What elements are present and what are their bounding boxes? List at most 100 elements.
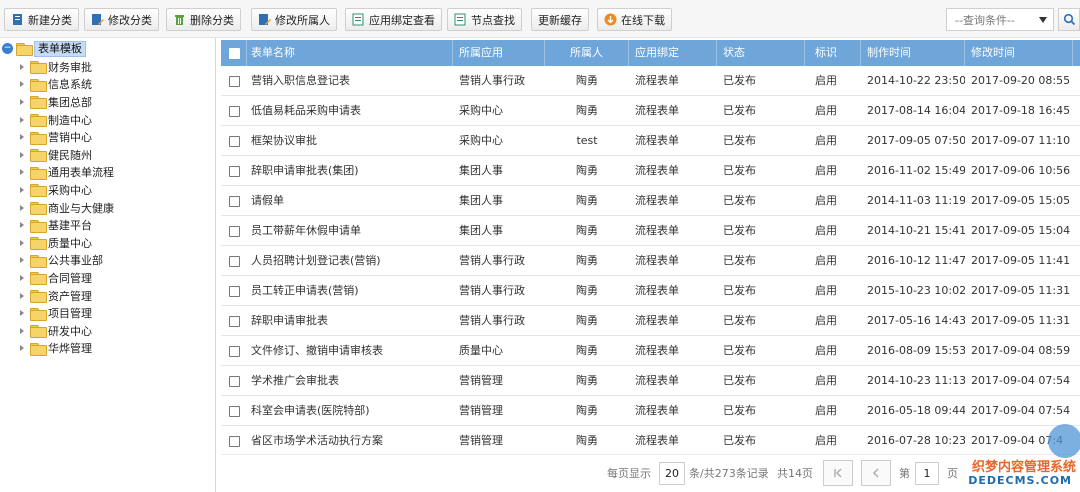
cell-form-name[interactable]: 低值易耗品采购申请表 <box>247 96 453 126</box>
expand-arrow-icon[interactable] <box>20 134 24 141</box>
cell-form-name[interactable]: 框架协议审批 <box>247 126 453 156</box>
tree-item[interactable]: 资产管理 <box>0 287 214 305</box>
tree-item[interactable]: 商业与大健康 <box>0 199 214 217</box>
query-condition-select[interactable]: --查询条件-- <box>946 8 1054 31</box>
per-page-input[interactable]: 20 <box>659 462 685 485</box>
tree-item[interactable]: 健民随州 <box>0 146 214 164</box>
table-row[interactable]: 营销入职信息登记表 营销人事行政 陶勇 流程表单 已发布 启用 2014-10-22 23:… <box>221 66 1080 96</box>
expand-arrow-icon[interactable] <box>20 63 24 70</box>
header-owner[interactable]: 所属人 <box>545 40 629 66</box>
row-checkbox[interactable] <box>229 226 240 237</box>
table-row[interactable]: 员工带薪年休假申请单 集团人事 陶勇 流程表单 已发布 启用 2014-10-21 15:4… <box>221 216 1080 246</box>
row-checkbox[interactable] <box>229 376 240 387</box>
header-created[interactable]: 制作时间 <box>861 40 965 66</box>
edit-owner-button[interactable]: 修改所属人 <box>251 8 337 31</box>
tree-item[interactable]: 合同管理 <box>0 269 214 287</box>
new-category-button[interactable]: 新建分类 <box>4 8 79 31</box>
row-checkbox[interactable] <box>229 316 240 327</box>
row-checkbox[interactable] <box>229 196 240 207</box>
cell-form-name[interactable]: 辞职申请审批表(集团) <box>247 156 453 186</box>
table-row[interactable]: 辞职申请审批表 营销人事行政 陶勇 流程表单 已发布 启用 2017-05-16 14:43… <box>221 306 1080 336</box>
table-row[interactable]: 学术推广会审批表 营销管理 陶勇 流程表单 已发布 启用 2014-10-23 11:13 2… <box>221 366 1080 396</box>
header-app[interactable]: 所属应用 <box>453 40 545 66</box>
tree-root[interactable]: − 表单模板 <box>2 40 86 57</box>
search-button[interactable] <box>1058 8 1080 31</box>
row-checkbox[interactable] <box>229 256 240 267</box>
cell-form-name[interactable]: 人员招聘计划登记表(营销) <box>247 246 453 276</box>
row-checkbox[interactable] <box>229 286 240 297</box>
cell-form-name[interactable]: 员工带薪年休假申请单 <box>247 216 453 246</box>
table-row[interactable]: 文件修订、撤销申请审核表 质量中心 陶勇 流程表单 已发布 启用 2016-08-09 15… <box>221 336 1080 366</box>
expand-arrow-icon[interactable] <box>20 239 24 246</box>
watermark-cn: 织梦内容管理系统 <box>971 460 1076 475</box>
table-row[interactable]: 人员招聘计划登记表(营销) 营销人事行政 陶勇 流程表单 已发布 启用 2016-10-12… <box>221 246 1080 276</box>
first-page-button[interactable] <box>823 460 853 486</box>
row-checkbox[interactable] <box>229 346 240 357</box>
node-search-button[interactable]: 节点查找 <box>447 8 522 31</box>
tree-item[interactable]: 制造中心 <box>0 111 214 129</box>
table-row[interactable]: 省区市场学术活动执行方案 营销管理 陶勇 流程表单 已发布 启用 2016-07-28 10… <box>221 426 1080 452</box>
header-form-name[interactable]: 表单名称 <box>247 40 453 66</box>
cell-form-name[interactable]: 营销入职信息登记表 <box>247 66 453 96</box>
row-checkbox[interactable] <box>229 106 240 117</box>
tree-item[interactable]: 信息系统 <box>0 76 214 94</box>
prev-page-button[interactable] <box>861 460 891 486</box>
expand-arrow-icon[interactable] <box>20 222 24 229</box>
table-row[interactable]: 框架协议审批 采购中心 test 流程表单 已发布 启用 2017-09-05 07:50 2… <box>221 126 1080 156</box>
cell-form-name[interactable]: 学术推广会审批表 <box>247 366 453 396</box>
collapse-icon[interactable]: − <box>2 43 13 54</box>
expand-arrow-icon[interactable] <box>20 310 24 317</box>
online-download-button[interactable]: 在线下载 <box>597 8 672 31</box>
expand-arrow-icon[interactable] <box>20 345 24 352</box>
tree-item[interactable]: 财务审批 <box>0 58 214 76</box>
header-modified[interactable]: 修改时间 <box>965 40 1073 66</box>
expand-arrow-icon[interactable] <box>20 169 24 176</box>
table-row[interactable]: 辞职申请审批表(集团) 集团人事 陶勇 流程表单 已发布 启用 2016-11-02 15:… <box>221 156 1080 186</box>
tree-item[interactable]: 营销中心 <box>0 128 214 146</box>
tree-item[interactable]: 华烨管理 <box>0 340 214 358</box>
delete-category-button[interactable]: 删除分类 <box>166 8 241 31</box>
row-checkbox[interactable] <box>229 76 240 87</box>
header-flag[interactable]: 标识 <box>805 40 861 66</box>
expand-arrow-icon[interactable] <box>20 116 24 123</box>
tree-item[interactable]: 集团总部 <box>0 93 214 111</box>
cell-form-name[interactable]: 辞职申请审批表 <box>247 306 453 336</box>
expand-arrow-icon[interactable] <box>20 186 24 193</box>
cell-form-name[interactable]: 文件修订、撤销申请审核表 <box>247 336 453 366</box>
tree-item[interactable]: 基建平台 <box>0 216 214 234</box>
binding-view-button[interactable]: 应用绑定查看 <box>345 8 442 31</box>
tree-item[interactable]: 质量中心 <box>0 234 214 252</box>
header-binding[interactable]: 应用绑定 <box>629 40 717 66</box>
folder-icon <box>30 131 47 145</box>
cell-form-name[interactable]: 省区市场学术活动执行方案 <box>247 426 453 452</box>
table-row[interactable]: 请假单 集团人事 陶勇 流程表单 已发布 启用 2014-11-03 11:19 2017-0… <box>221 186 1080 216</box>
select-all-checkbox[interactable] <box>229 48 240 59</box>
row-checkbox[interactable] <box>229 406 240 417</box>
expand-arrow-icon[interactable] <box>20 151 24 158</box>
tree-item[interactable]: 公共事业部 <box>0 252 214 270</box>
tree-item[interactable]: 通用表单流程 <box>0 164 214 182</box>
refresh-cache-button[interactable]: 更新缓存 <box>531 8 589 31</box>
row-checkbox[interactable] <box>229 136 240 147</box>
expand-arrow-icon[interactable] <box>20 204 24 211</box>
expand-arrow-icon[interactable] <box>20 257 24 264</box>
expand-arrow-icon[interactable] <box>20 81 24 88</box>
tree-item[interactable]: 项目管理 <box>0 304 214 322</box>
tree-item[interactable]: 研发中心 <box>0 322 214 340</box>
cell-form-name[interactable]: 科室会申请表(医院特部) <box>247 396 453 426</box>
table-row[interactable]: 员工转正申请表(营销) 营销人事行政 陶勇 流程表单 已发布 启用 2015-10-23 1… <box>221 276 1080 306</box>
page-input[interactable]: 1 <box>915 462 939 485</box>
header-status[interactable]: 状态 <box>717 40 805 66</box>
cell-form-name[interactable]: 员工转正申请表(营销) <box>247 276 453 306</box>
expand-arrow-icon[interactable] <box>20 98 24 105</box>
expand-arrow-icon[interactable] <box>20 327 24 334</box>
row-checkbox[interactable] <box>229 166 240 177</box>
row-checkbox[interactable] <box>229 436 240 447</box>
expand-arrow-icon[interactable] <box>20 292 24 299</box>
cell-form-name[interactable]: 请假单 <box>247 186 453 216</box>
tree-item[interactable]: 采购中心 <box>0 181 214 199</box>
edit-category-button[interactable]: 修改分类 <box>84 8 159 31</box>
expand-arrow-icon[interactable] <box>20 274 24 281</box>
table-row[interactable]: 低值易耗品采购申请表 采购中心 陶勇 流程表单 已发布 启用 2017-08-14 16:0… <box>221 96 1080 126</box>
table-row[interactable]: 科室会申请表(医院特部) 营销管理 陶勇 流程表单 已发布 启用 2016-05-18 09… <box>221 396 1080 426</box>
